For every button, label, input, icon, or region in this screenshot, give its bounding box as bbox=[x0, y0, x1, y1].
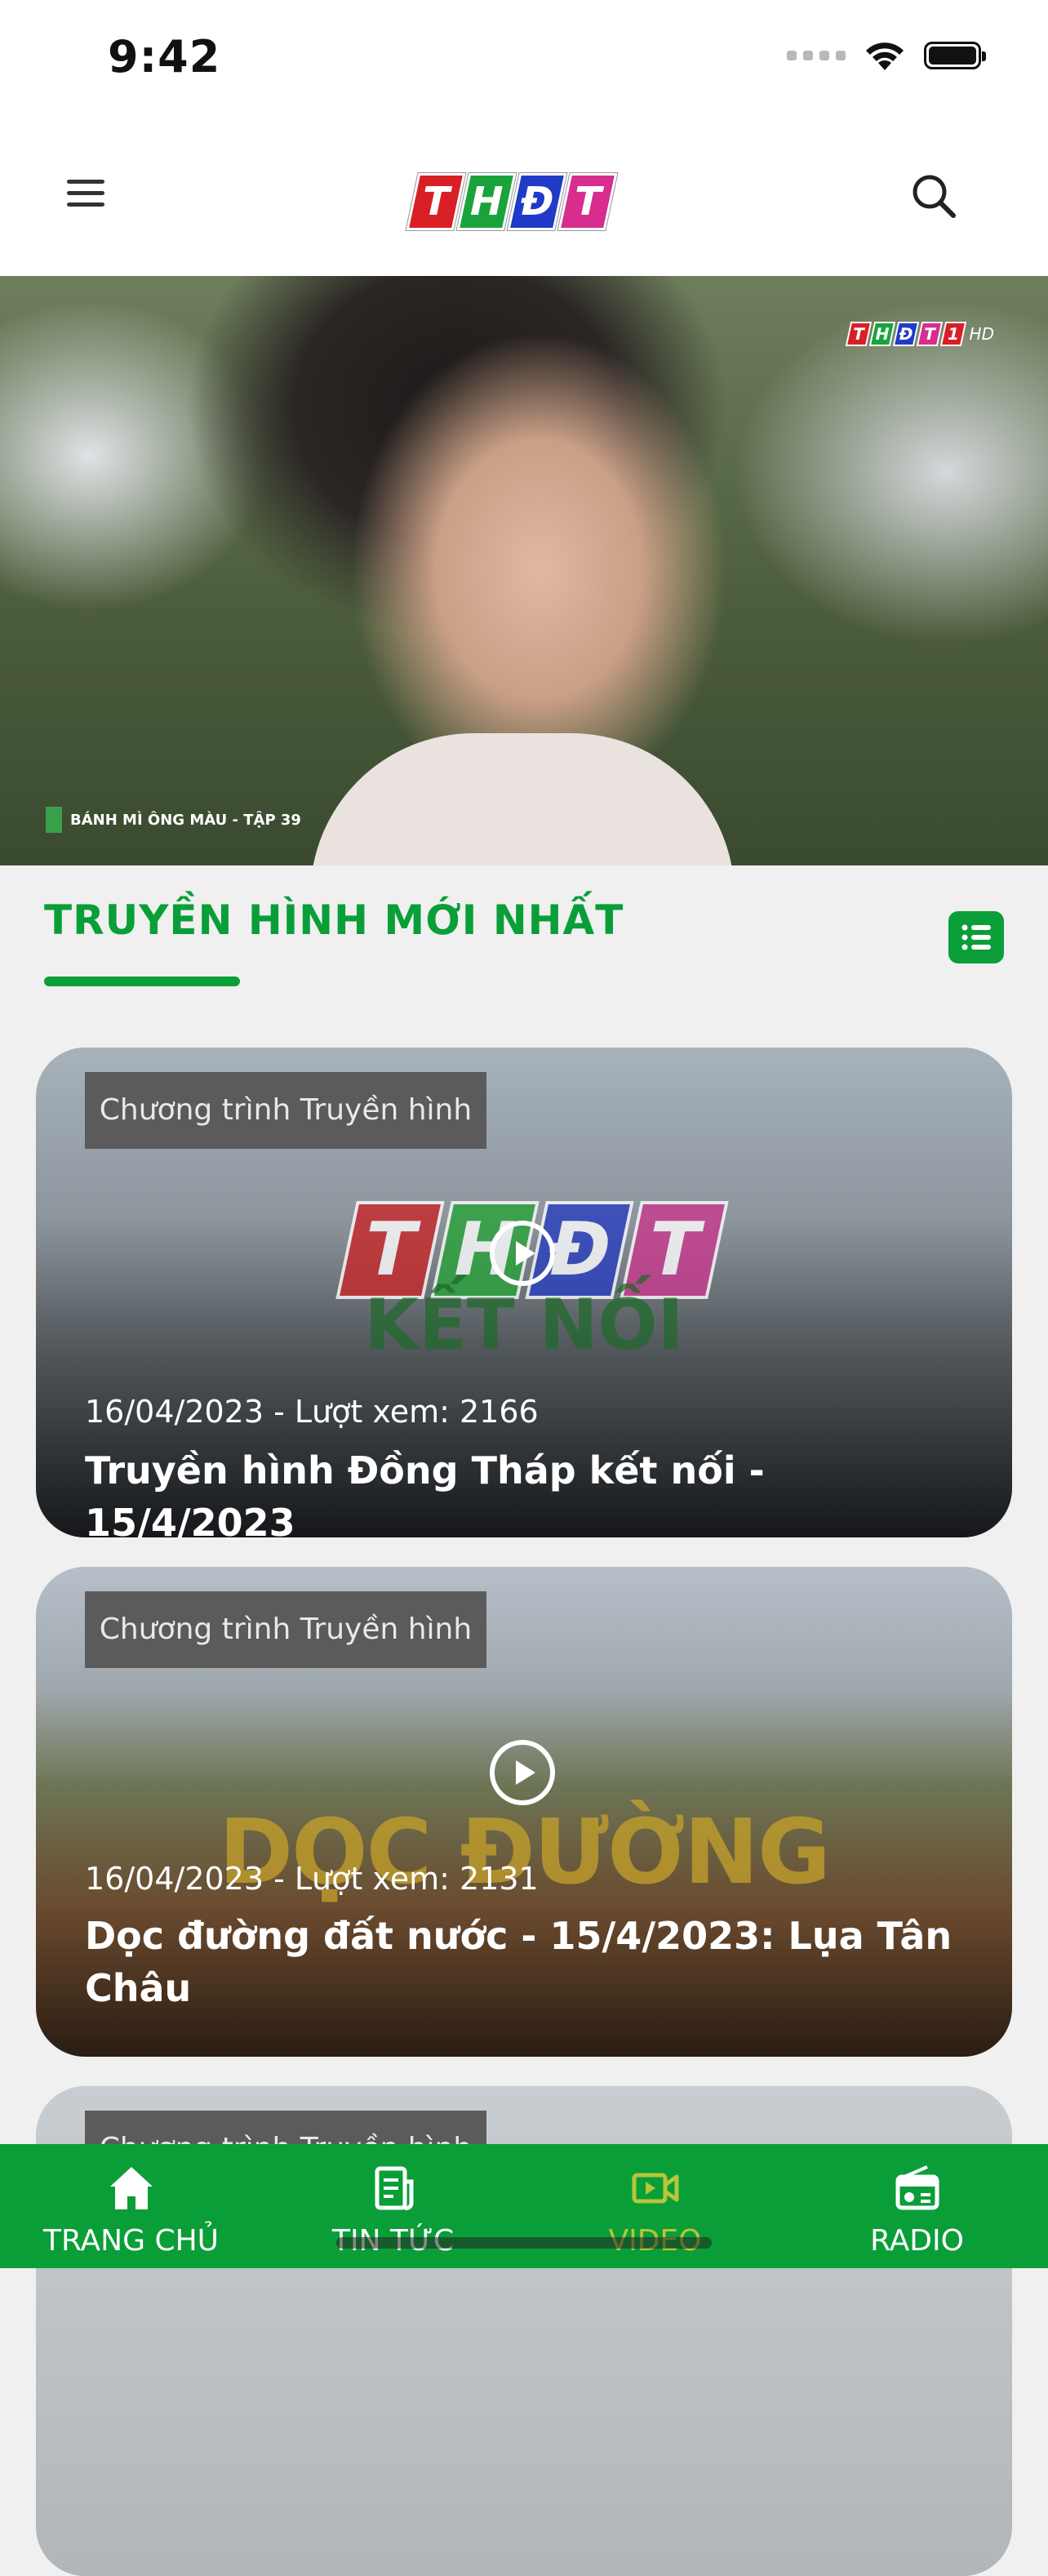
section-title: TRUYỀN HÌNH MỚI NHẤT bbox=[44, 896, 624, 944]
section-underline bbox=[44, 977, 240, 986]
category-chip[interactable]: Chương trình Truyền hình bbox=[85, 1072, 486, 1149]
badge-letter: 1 bbox=[939, 322, 966, 346]
card-title[interactable]: Truyền hình Đồng Tháp kết nối - 15/4/202… bbox=[85, 1444, 975, 1537]
home-icon bbox=[109, 2167, 153, 2209]
logo-letter: H bbox=[456, 173, 517, 230]
nav-item-news[interactable]: TIN TỨC bbox=[262, 2144, 524, 2268]
play-icon[interactable] bbox=[488, 1738, 557, 1807]
video-icon bbox=[632, 2173, 678, 2204]
news-icon bbox=[375, 2166, 413, 2210]
card-meta: 16/04/2023 - Lượt xem: 2131 bbox=[85, 1861, 539, 1897]
home-indicator[interactable] bbox=[336, 2237, 712, 2249]
video-card[interactable]: T H Đ T KẾT NỐI Chương trình Truyền hình… bbox=[36, 1048, 1012, 1537]
radio-icon bbox=[895, 2165, 939, 2210]
nav-label: TRANG CHỦ bbox=[43, 2224, 219, 2258]
channel-badge: T H Đ T 1 HD bbox=[845, 322, 994, 346]
status-bar: 9:42 bbox=[0, 0, 1048, 122]
hero-image-detail bbox=[310, 733, 735, 865]
thdt-logo[interactable]: T H Đ T bbox=[406, 173, 618, 230]
caption-marker bbox=[46, 807, 62, 833]
badge-letter: Đ bbox=[892, 322, 919, 346]
app-header: T H Đ T bbox=[0, 122, 1048, 276]
hero-featured-video[interactable]: T H Đ T 1 HD BÁNH MÌ ÔNG MÀU - TẬP 39 bbox=[0, 276, 1048, 865]
badge-hd: HD bbox=[969, 324, 994, 344]
hamburger-menu-icon[interactable] bbox=[67, 180, 104, 212]
hero-caption: BÁNH MÌ ÔNG MÀU - TẬP 39 bbox=[46, 807, 301, 833]
play-icon[interactable] bbox=[488, 1219, 557, 1288]
nav-label: RADIO bbox=[870, 2224, 964, 2258]
status-indicators bbox=[787, 39, 986, 72]
card-thumbnail-text: KẾT NỐI bbox=[364, 1284, 684, 1366]
badge-letter: T bbox=[845, 322, 872, 346]
category-chip[interactable]: Chương trình Truyền hình bbox=[85, 1591, 486, 1668]
badge-letter: T bbox=[916, 322, 943, 346]
cellular-signal-icon bbox=[787, 51, 846, 60]
battery-icon bbox=[924, 42, 986, 69]
bottom-navigation: TRANG CHỦ TIN TỨC VIDEO RADIO bbox=[0, 2144, 1048, 2268]
search-icon[interactable] bbox=[909, 171, 958, 220]
nav-item-home[interactable]: TRANG CHỦ bbox=[0, 2144, 262, 2268]
nav-item-video[interactable]: VIDEO bbox=[524, 2144, 786, 2268]
status-time: 9:42 bbox=[108, 31, 221, 82]
card-title[interactable]: Dọc đường đất nước - 15/4/2023: Lụa Tân … bbox=[85, 1910, 975, 2014]
hero-caption-text: BÁNH MÌ ÔNG MÀU - TẬP 39 bbox=[70, 811, 301, 829]
logo-letter: Đ bbox=[507, 173, 567, 230]
nav-item-radio[interactable]: RADIO bbox=[786, 2144, 1048, 2268]
card-meta: 16/04/2023 - Lượt xem: 2166 bbox=[85, 1394, 539, 1430]
video-card[interactable]: DỌC ĐƯỜNG Chương trình Truyền hình 16/04… bbox=[36, 1567, 1012, 2057]
logo-letter: T bbox=[557, 173, 618, 230]
list-view-icon[interactable] bbox=[948, 911, 1004, 963]
wifi-icon bbox=[866, 42, 904, 70]
logo-letter: T bbox=[406, 173, 466, 230]
badge-letter: H bbox=[868, 322, 895, 346]
